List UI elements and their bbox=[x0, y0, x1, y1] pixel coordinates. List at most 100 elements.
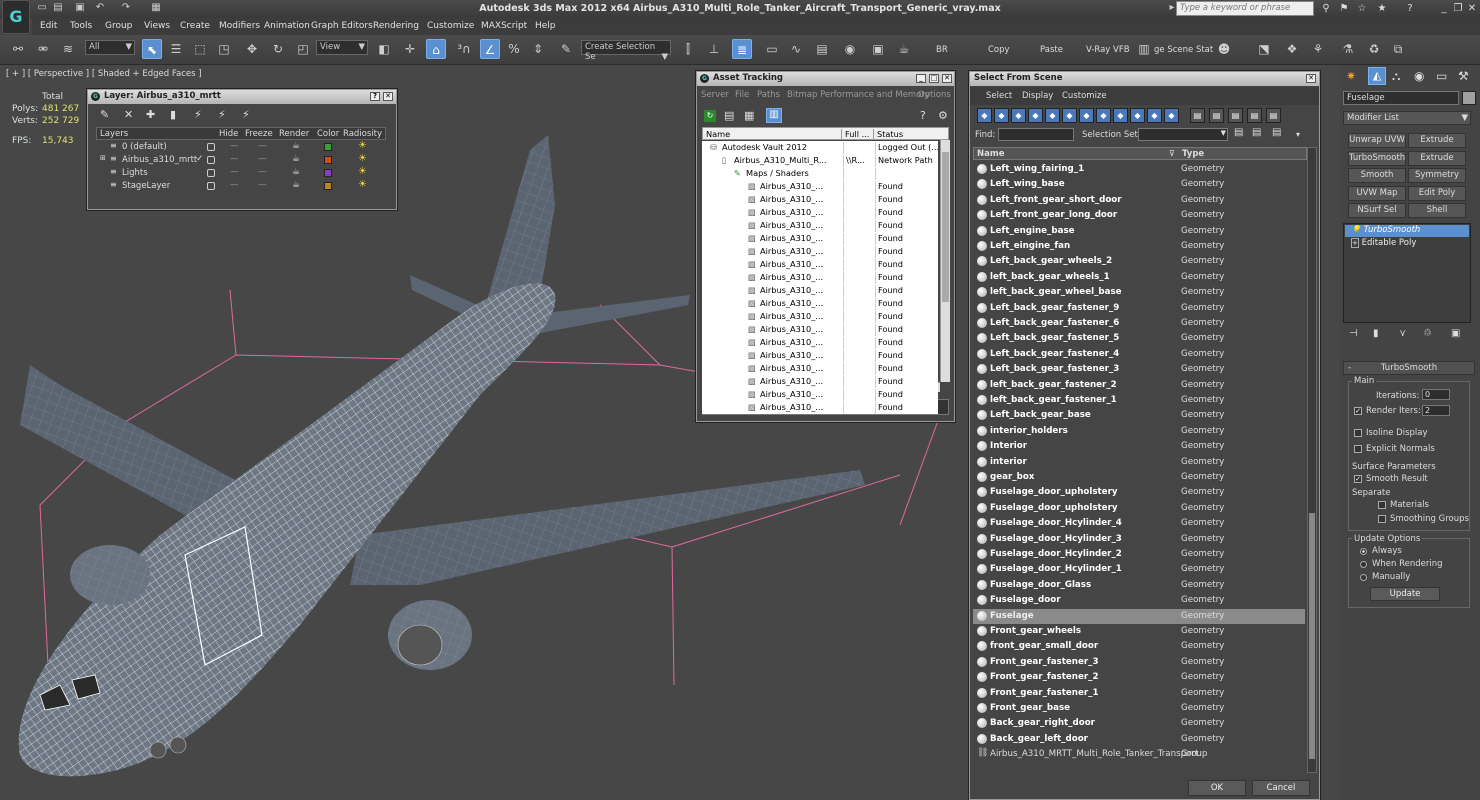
menu-help[interactable]: Help bbox=[535, 21, 556, 31]
render-iters-checkbox[interactable]: ✓ bbox=[1354, 407, 1362, 415]
scene-object-row[interactable]: interior_holders Geometry bbox=[973, 424, 1305, 439]
asset-row[interactable]: ▧ Airbus_A310_... Found bbox=[702, 258, 938, 271]
asset-row[interactable]: ▧ Airbus_A310_... Found bbox=[702, 323, 938, 336]
layer-row[interactable]: ≡ Lights — — ☕ ☀ bbox=[96, 166, 386, 180]
communication-icon[interactable]: ☆ bbox=[1354, 2, 1370, 16]
close-icon[interactable]: ✕ bbox=[383, 92, 393, 101]
asset-row[interactable]: ▧ Airbus_A310_... Found bbox=[702, 310, 938, 323]
layer-hide-toggle[interactable] bbox=[207, 143, 215, 151]
undo-icon[interactable]: ↶ bbox=[94, 2, 106, 14]
scene-object-row[interactable]: Left_back_gear_fastener_4 Geometry bbox=[973, 347, 1305, 362]
display-bones-icon[interactable]: ◆ bbox=[1113, 108, 1128, 123]
named-selection-dropdown[interactable]: Create Selection Se ▼ bbox=[581, 40, 671, 62]
menu-rendering[interactable]: Rendering bbox=[373, 21, 419, 31]
chevron-down-icon[interactable]: ▾ bbox=[1296, 130, 1300, 139]
br-button[interactable]: BR bbox=[936, 45, 948, 55]
layer-row[interactable]: ≡ StageLayer — — ☕ ☀ bbox=[96, 179, 386, 193]
freeze-dash[interactable]: — bbox=[258, 180, 267, 190]
select-menu-display[interactable]: Display bbox=[1022, 91, 1053, 101]
scene-object-row[interactable]: Fuselage_door_Hcylinder_2 Geometry bbox=[973, 547, 1305, 562]
layer-hide-toggle[interactable] bbox=[207, 156, 215, 164]
rotate-icon[interactable]: ↻ bbox=[268, 39, 288, 59]
teapot-icon[interactable]: ☕ bbox=[292, 167, 300, 177]
menu-edit[interactable]: Edit bbox=[40, 21, 57, 31]
asset-row[interactable]: ▧ Airbus_A310_... Found bbox=[702, 245, 938, 258]
scene-object-row[interactable]: Back_gear_left_door Geometry bbox=[973, 732, 1305, 747]
selection-set-dropdown[interactable]: ▼ bbox=[1138, 128, 1228, 141]
asset-row[interactable]: ▧ Airbus_A310_... Found bbox=[702, 180, 938, 193]
redo-icon[interactable]: ↷ bbox=[120, 2, 132, 14]
extrude-button[interactable]: Extrude bbox=[1408, 133, 1466, 148]
pin-stack-icon[interactable]: ⊣ bbox=[1349, 328, 1358, 339]
radiosity-sun-icon[interactable]: ☀ bbox=[358, 166, 367, 177]
scene-object-row[interactable]: Left_back_gear_fastener_3 Geometry bbox=[973, 362, 1305, 377]
layer-name[interactable]: Lights bbox=[122, 168, 148, 178]
help-icon[interactable]: ? bbox=[1402, 2, 1418, 16]
link-icon[interactable]: ⚯ bbox=[8, 39, 28, 59]
selection-set-add-icon[interactable]: ▤ bbox=[1234, 127, 1243, 138]
filter-icon[interactable]: ▤ bbox=[1247, 108, 1262, 123]
scene-object-row[interactable]: Fuselage_door_upholstery Geometry bbox=[973, 501, 1305, 516]
menu-tools[interactable]: Tools bbox=[70, 21, 92, 31]
scene-object-row[interactable]: Left_back_gear_fastener_6 Geometry bbox=[973, 316, 1305, 331]
ok-button[interactable]: OK bbox=[1188, 780, 1246, 796]
scene-object-row[interactable]: Left_engine_base Geometry bbox=[973, 224, 1305, 239]
scene-list-scrollbar[interactable] bbox=[1307, 147, 1317, 773]
display-spacewarps-icon[interactable]: ◆ bbox=[1062, 108, 1077, 123]
move-icon[interactable]: ✥ bbox=[242, 39, 262, 59]
display-groups-icon[interactable]: ◆ bbox=[1079, 108, 1094, 123]
select-manipulate-icon[interactable]: ✛ bbox=[400, 39, 420, 59]
spinner-snap-icon[interactable]: ⇕ bbox=[528, 39, 548, 59]
when-rendering-radio[interactable] bbox=[1360, 561, 1367, 568]
help-icon[interactable]: ? bbox=[920, 109, 926, 122]
scene-object-row[interactable]: Left_eingine_fan Geometry bbox=[973, 239, 1305, 254]
col-freeze[interactable]: Freeze bbox=[245, 129, 273, 139]
display-xrefs-icon[interactable]: ◆ bbox=[1096, 108, 1111, 123]
hide-dash[interactable]: — bbox=[230, 154, 239, 164]
save-icon[interactable]: ▣ bbox=[74, 2, 86, 14]
search-binoculars-icon[interactable]: ⚲ bbox=[1318, 2, 1334, 16]
selection-set-select-icon[interactable]: ▤ bbox=[1272, 127, 1281, 138]
col-radiosity[interactable]: Radiosity bbox=[343, 129, 382, 139]
percent-snap-icon[interactable]: % bbox=[504, 39, 524, 59]
minimize-icon[interactable]: _ bbox=[916, 74, 926, 83]
hide-all-icon[interactable]: ⚡ bbox=[218, 108, 226, 121]
layer-hide-toggle[interactable] bbox=[207, 182, 215, 190]
freeze-dash[interactable]: — bbox=[258, 167, 267, 177]
snaps-toggle-icon[interactable]: ³∩ bbox=[454, 39, 474, 59]
scene-object-row[interactable]: Fuselage_door_Hcylinder_3 Geometry bbox=[973, 532, 1305, 547]
scene-object-row[interactable]: Front_gear_base Geometry bbox=[973, 701, 1305, 716]
smooth-button[interactable]: Smooth bbox=[1348, 168, 1406, 183]
edit-poly-button[interactable]: Edit Poly bbox=[1408, 185, 1466, 201]
turbosmooth-button[interactable]: TurboSmooth bbox=[1348, 150, 1406, 166]
utilities-tab-icon[interactable]: ⚒ bbox=[1458, 69, 1469, 83]
copy-button[interactable]: Copy bbox=[988, 45, 1010, 55]
asset-row[interactable]: ▯ Airbus_A310_Multi_R... \\R... Network Pat… bbox=[702, 154, 938, 167]
asset-tracking-dialog[interactable]: G Asset Tracking _ □ ✕ Server File Paths… bbox=[696, 71, 955, 422]
freeze-dash[interactable]: — bbox=[258, 154, 267, 164]
menu-views[interactable]: Views bbox=[144, 21, 170, 31]
asset-row[interactable]: ▧ Airbus_A310_... Found bbox=[702, 349, 938, 362]
scene-object-row[interactable]: Fuselage Geometry bbox=[973, 608, 1305, 624]
asset-menu-file[interactable]: File bbox=[735, 90, 749, 100]
asset-row[interactable]: ▧ Airbus_A310_... Found bbox=[702, 284, 938, 297]
asset-row[interactable]: ▧ Airbus_A310_... Found bbox=[702, 297, 938, 310]
object-name-field[interactable]: Fuselage bbox=[1343, 91, 1459, 105]
hide-dash[interactable]: — bbox=[230, 167, 239, 177]
display-frozen-icon[interactable]: ◆ bbox=[1147, 108, 1162, 123]
scene-object-row[interactable]: Left_wing_base Geometry bbox=[973, 177, 1305, 192]
scene-object-row[interactable]: Front_gear_fastener_2 Geometry bbox=[973, 670, 1305, 685]
transform-tool-icon[interactable]: ⬔ bbox=[1254, 39, 1274, 59]
delete-layer-icon[interactable]: ✕ bbox=[124, 108, 133, 121]
scene-object-row[interactable]: Left_back_gear_fastener_5 Geometry bbox=[973, 331, 1305, 346]
scene-object-row[interactable]: Interior Geometry bbox=[973, 439, 1305, 454]
open-file-icon[interactable]: ▤ bbox=[52, 2, 64, 14]
project-folder-icon[interactable]: ▦ bbox=[150, 2, 162, 14]
close-icon[interactable]: ✕ bbox=[942, 74, 952, 83]
menu-modifiers[interactable]: Modifiers bbox=[219, 21, 260, 31]
bind-spacewarp-icon[interactable]: ≋ bbox=[58, 39, 78, 59]
asset-dialog-titlebar[interactable]: G Asset Tracking _ □ ✕ bbox=[697, 72, 954, 86]
asset-menu-bitmap[interactable]: Bitmap Performance and Memory bbox=[787, 90, 930, 100]
extrude-button-2[interactable]: Extrude bbox=[1408, 150, 1466, 166]
edit-named-selection-icon[interactable]: ✎ bbox=[556, 39, 576, 59]
